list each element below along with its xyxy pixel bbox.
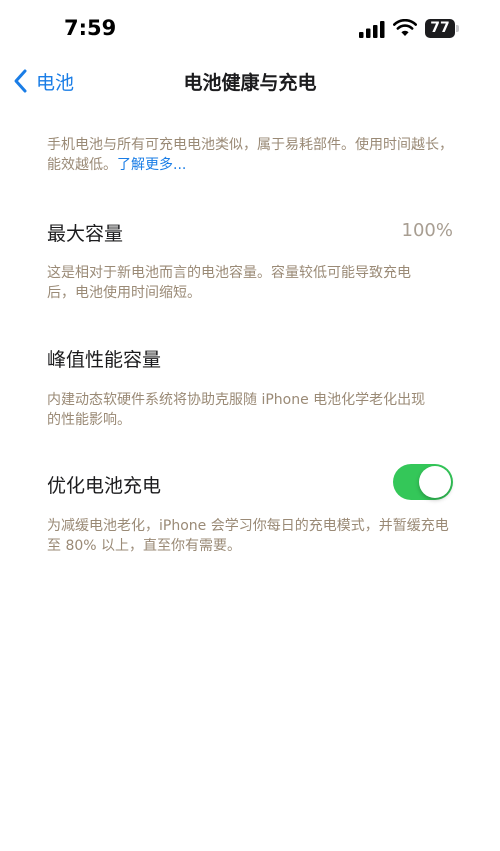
page-title: 电池健康与充电 bbox=[183, 72, 317, 94]
status-time: 7:59 bbox=[64, 16, 117, 40]
max-capacity-label: 最大容量 bbox=[47, 223, 124, 245]
intro-text: 手机电池与所有可充电电池类似，属于易耗部件。使用时间越长，能效越低。 bbox=[47, 137, 453, 173]
optimized-charging-note: 为减缓电池老化，iPhone 会学习你每日的充电模式，并暂缓充电至 80% 以上… bbox=[47, 518, 449, 554]
toggle-knob bbox=[419, 466, 451, 498]
optimized-charging-toggle[interactable] bbox=[393, 464, 453, 500]
max-capacity-value: 100% bbox=[401, 220, 453, 241]
battery-tip bbox=[456, 25, 459, 32]
optimized-charging-label: 优化电池充电 bbox=[47, 475, 162, 497]
peak-performance-label: 峰值性能容量 bbox=[47, 349, 162, 371]
wifi-icon bbox=[393, 19, 417, 36]
peak-performance-note: 内建动态软硬件系统将协助克服随 iPhone 电池化学老化出现的性能影响。 bbox=[47, 392, 426, 428]
signal-icon bbox=[359, 21, 385, 38]
battery-icon: 77 bbox=[425, 19, 455, 38]
learn-more-link[interactable]: 了解更多... bbox=[117, 157, 186, 173]
status-bar: 7:59 77 bbox=[0, 0, 500, 60]
max-capacity-note: 这是相对于新电池而言的电池容量。容量较低可能导致充电后，电池使用时间缩短。 bbox=[47, 265, 411, 301]
intro-note: 手机电池与所有可充电电池类似，属于易耗部件。使用时间越长，能效越低。了解更多..… bbox=[47, 135, 457, 175]
